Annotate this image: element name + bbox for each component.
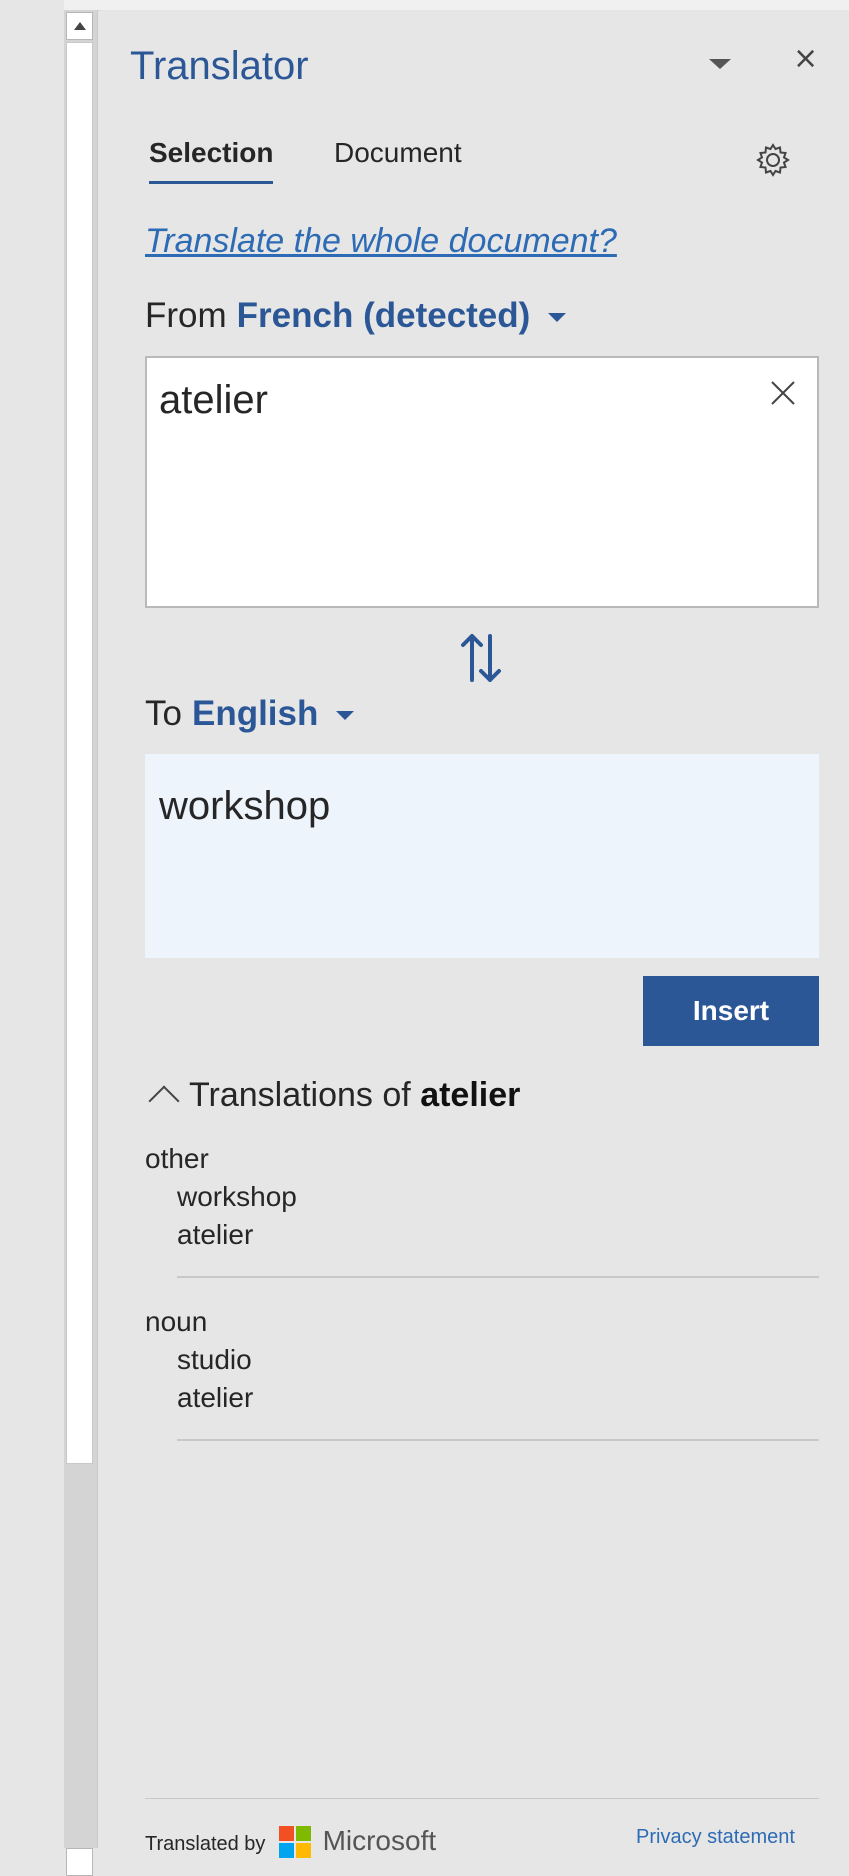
- translation-item[interactable]: workshop: [145, 1178, 819, 1216]
- divider: [177, 1439, 819, 1441]
- vertical-scrollbar[interactable]: [64, 10, 98, 1876]
- pane-title: Translator: [130, 44, 309, 88]
- document-edge: [0, 0, 64, 1848]
- source-text-box[interactable]: atelier: [145, 356, 819, 608]
- translation-item[interactable]: atelier: [145, 1216, 819, 1254]
- scroll-thumb[interactable]: [66, 42, 93, 1464]
- clear-text-icon[interactable]: [766, 376, 800, 410]
- to-language-dropdown-icon[interactable]: [336, 711, 355, 721]
- translation-item[interactable]: studio: [145, 1341, 819, 1379]
- privacy-statement-link[interactable]: Privacy statement: [636, 1826, 795, 1849]
- translator-pane: Translator × Selection Document Translat…: [101, 10, 849, 1858]
- translations-word: atelier: [420, 1076, 521, 1114]
- translated-by: Translated by Microsoft: [145, 1818, 437, 1858]
- to-language-row: To English: [145, 694, 355, 734]
- target-text-box: workshop: [145, 754, 819, 958]
- translations-prefix: Translations of: [189, 1076, 411, 1114]
- scroll-up-arrow-icon[interactable]: [66, 12, 93, 40]
- translation-item[interactable]: atelier: [145, 1379, 819, 1417]
- part-of-speech-label: other: [145, 1143, 209, 1174]
- translate-whole-document-link[interactable]: Translate the whole document?: [145, 222, 617, 261]
- swap-languages-icon[interactable]: [458, 630, 504, 686]
- tab-selection-label: Selection: [149, 137, 274, 168]
- chevron-up-icon[interactable]: [148, 1085, 180, 1117]
- from-language-dropdown-icon[interactable]: [548, 313, 567, 323]
- gear-icon[interactable]: [753, 140, 793, 180]
- close-icon[interactable]: ×: [793, 44, 823, 74]
- footer-divider: [145, 1798, 819, 1799]
- translations-header[interactable]: Translations of atelier: [148, 1076, 521, 1117]
- tab-selection[interactable]: Selection: [149, 137, 274, 184]
- from-language-selector[interactable]: French (detected): [237, 296, 531, 335]
- tab-selected-indicator: [149, 181, 274, 184]
- insert-button[interactable]: Insert: [643, 976, 819, 1046]
- tab-document[interactable]: Document: [334, 137, 462, 169]
- part-of-speech-label: noun: [145, 1306, 208, 1337]
- divider: [177, 1276, 819, 1278]
- microsoft-logo-icon: [279, 1826, 311, 1858]
- scroll-down-arrow-icon[interactable]: [66, 1848, 93, 1876]
- to-language-selector[interactable]: English: [192, 694, 318, 733]
- target-text: workshop: [159, 784, 331, 828]
- microsoft-brand: Microsoft: [322, 1825, 437, 1856]
- from-label: From: [145, 296, 227, 335]
- chevron-down-icon[interactable]: [705, 52, 735, 76]
- source-text[interactable]: atelier: [159, 378, 268, 423]
- translation-group: noun studio atelier: [145, 1303, 819, 1441]
- from-language-row: From French (detected): [145, 296, 567, 336]
- translated-by-label: Translated by: [145, 1833, 266, 1855]
- translation-group: other workshop atelier: [145, 1140, 819, 1278]
- tab-document-label: Document: [334, 137, 462, 168]
- to-label: To: [145, 694, 182, 733]
